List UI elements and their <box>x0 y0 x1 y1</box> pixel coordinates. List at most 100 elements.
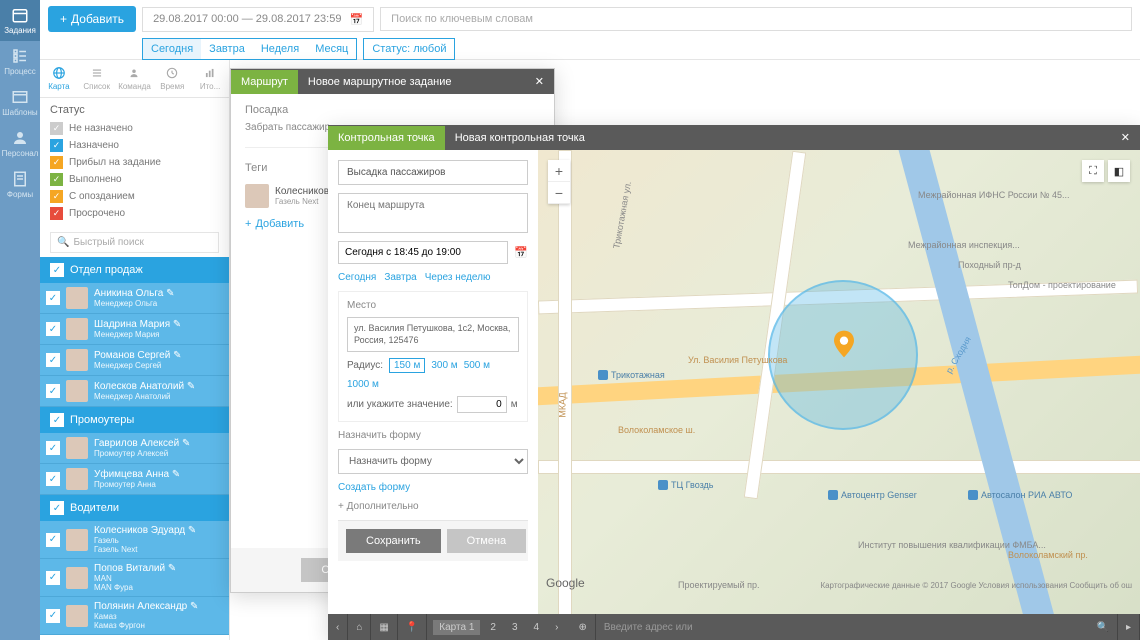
radius-500[interactable]: 500 м <box>464 360 490 371</box>
plus-icon: + <box>60 12 67 26</box>
cp-time-input[interactable] <box>338 241 508 264</box>
person-row[interactable]: ✓Гаврилов Алексей ✎Промоутер Алексей <box>40 433 229 464</box>
period-tomorrow[interactable]: Завтра <box>201 39 253 59</box>
cp-tag: Контрольная точка <box>328 126 445 150</box>
status-checkbox[interactable]: ✓Выполнено <box>50 171 219 188</box>
avatar <box>245 184 269 208</box>
cp-link-today[interactable]: Сегодня <box>338 272 376 283</box>
status-filter[interactable]: Статус: любой <box>363 38 455 60</box>
radius-1000[interactable]: 1000 м <box>347 379 379 390</box>
list-icon <box>90 66 104 80</box>
person-row[interactable]: ✓Шадрина Мария ✎Менеджер Мария <box>40 314 229 345</box>
avatar <box>66 529 88 551</box>
period-month[interactable]: Месяц <box>307 39 356 59</box>
status-checkbox[interactable]: ✓Просрочено <box>50 205 219 222</box>
rail-process[interactable]: Процесс <box>0 41 40 82</box>
keyword-search[interactable]: Поиск по ключевым словам <box>380 7 1132 31</box>
cp-expand[interactable]: + Дополнительно <box>338 501 528 512</box>
status-checkbox[interactable]: ✓Не назначено <box>50 120 219 137</box>
view-tab-time[interactable]: Время <box>153 60 191 97</box>
calendar-icon <box>11 6 29 24</box>
map-address-search[interactable]: Введите адрес или <box>596 622 1089 633</box>
period-week[interactable]: Неделя <box>253 39 307 59</box>
period-today[interactable]: Сегодня <box>143 39 201 59</box>
map[interactable]: Трикотажная Ул. Василия Петушкова Волоко… <box>538 150 1140 614</box>
date-range-picker[interactable]: 29.08.2017 00:00 — 29.08.2017 23:59 📅 <box>142 7 374 32</box>
cp-close[interactable]: ✕ <box>1111 125 1140 150</box>
group-header[interactable]: ✓Водители <box>40 495 229 521</box>
rail-templates[interactable]: Шаблоны <box>0 82 40 123</box>
radius-300[interactable]: 300 м <box>431 360 457 371</box>
search-icon: 🔍 <box>57 237 69 248</box>
mt-pin[interactable]: 📍 <box>398 614 427 640</box>
mt-prev[interactable]: ‹ <box>328 614 348 640</box>
map-marker[interactable] <box>834 330 854 358</box>
add-button[interactable]: + Добавить <box>48 6 136 32</box>
mt-layers[interactable]: ▦ <box>371 614 397 640</box>
rail-tasks[interactable]: Задания <box>0 0 40 41</box>
map-tab-2[interactable]: 2 <box>484 620 502 635</box>
rail-personnel[interactable]: Персонал <box>0 123 40 164</box>
map-tab-4[interactable]: 4 <box>528 620 546 635</box>
group-header[interactable]: ✓Отдел продаж <box>40 257 229 283</box>
view-tab-team[interactable]: Команда <box>116 60 154 97</box>
view-tab-list[interactable]: Список <box>78 60 116 97</box>
person-row[interactable]: ✓Попов Виталий ✎MANMAN Фура <box>40 559 229 597</box>
avatar <box>66 605 88 627</box>
boarding-label: Посадка <box>245 104 540 116</box>
route-close[interactable]: ✕ <box>525 69 554 94</box>
quick-search[interactable]: 🔍 Быстрый поиск <box>50 232 219 253</box>
mt-search-btn[interactable]: 🔍 <box>1089 614 1118 640</box>
team-icon <box>127 66 141 80</box>
map-zoom-controls: + − <box>548 160 570 204</box>
cp-link-tomorrow[interactable]: Завтра <box>384 272 416 283</box>
calendar-icon[interactable]: 📅 <box>514 246 528 259</box>
poi-autocenter: Автоцентр Genser <box>828 490 917 500</box>
cp-cancel[interactable]: Отмена <box>447 529 526 553</box>
person-row[interactable]: ✓Уфимцева Анна ✎Промоутер Анна <box>40 464 229 495</box>
cp-save[interactable]: Сохранить <box>346 529 441 553</box>
zoom-in[interactable]: + <box>548 160 570 182</box>
radius-150[interactable]: 150 м <box>389 358 425 373</box>
chart-icon <box>203 66 217 80</box>
cp-desc-input[interactable] <box>338 193 528 233</box>
avatar <box>66 567 88 589</box>
cp-custom-radius[interactable] <box>457 396 507 413</box>
globe-icon <box>52 66 66 80</box>
person-row[interactable]: ✓Аникина Ольга ✎Менеджер Ольга <box>40 283 229 314</box>
person-row[interactable]: ✓Романов Сергей ✎Менеджер Сергей <box>40 345 229 376</box>
zoom-out[interactable]: − <box>548 182 570 204</box>
view-tab-more[interactable]: Ито... <box>191 60 229 97</box>
map-layers[interactable]: ◧ <box>1108 160 1130 182</box>
list-icon <box>11 47 29 65</box>
view-tab-map[interactable]: Карта <box>40 60 78 97</box>
poi-gvozd: ТЦ Гвоздь <box>658 480 713 490</box>
status-checkbox[interactable]: ✓Прибыл на задание <box>50 154 219 171</box>
map-tab-next[interactable]: › <box>549 620 564 635</box>
cp-link-week[interactable]: Через неделю <box>425 272 491 283</box>
cp-address[interactable]: ул. Василия Петушкова, 1с2, Москва, Росс… <box>347 317 519 352</box>
cp-name-input[interactable] <box>338 160 528 185</box>
plus-icon: + <box>245 218 251 230</box>
cp-form-select[interactable]: Назначить форму <box>338 449 528 474</box>
status-checkbox[interactable]: ✓С опозданием <box>50 188 219 205</box>
map-tab-3[interactable]: 3 <box>506 620 524 635</box>
person-row[interactable]: ✓Полянин Александр ✎КамазКамаз Фургон <box>40 597 229 635</box>
cp-form: 📅 Сегодня Завтра Через неделю Место ул. … <box>328 150 538 614</box>
mt-sidebar-toggle[interactable]: ▸ <box>1118 614 1140 640</box>
rail-forms[interactable]: Формы <box>0 164 40 205</box>
mt-home[interactable]: ⌂ <box>348 614 371 640</box>
poi-autosalon: Автосалон РИА АВТО <box>968 490 1072 500</box>
avatar <box>66 468 88 490</box>
status-checkbox[interactable]: ✓Назначено <box>50 137 219 154</box>
mt-target[interactable]: ⊕ <box>570 614 595 640</box>
calendar-icon: 📅 <box>349 13 363 26</box>
cp-create-form[interactable]: Создать форму <box>338 482 528 493</box>
person-row[interactable]: ✓Колесников Эдуард ✎ГазельГазель Next <box>40 521 229 559</box>
group-header[interactable]: ✓Промоутеры <box>40 407 229 433</box>
person-row[interactable]: ✓Колесков Анатолий ✎Менеджер Анатолий <box>40 376 229 407</box>
place-label: Место <box>347 300 519 311</box>
form-label: Назначить форму <box>338 430 528 441</box>
map-fullscreen[interactable]: ⛶ <box>1082 160 1104 182</box>
map-tab-1[interactable]: Карта 1 <box>433 620 480 635</box>
